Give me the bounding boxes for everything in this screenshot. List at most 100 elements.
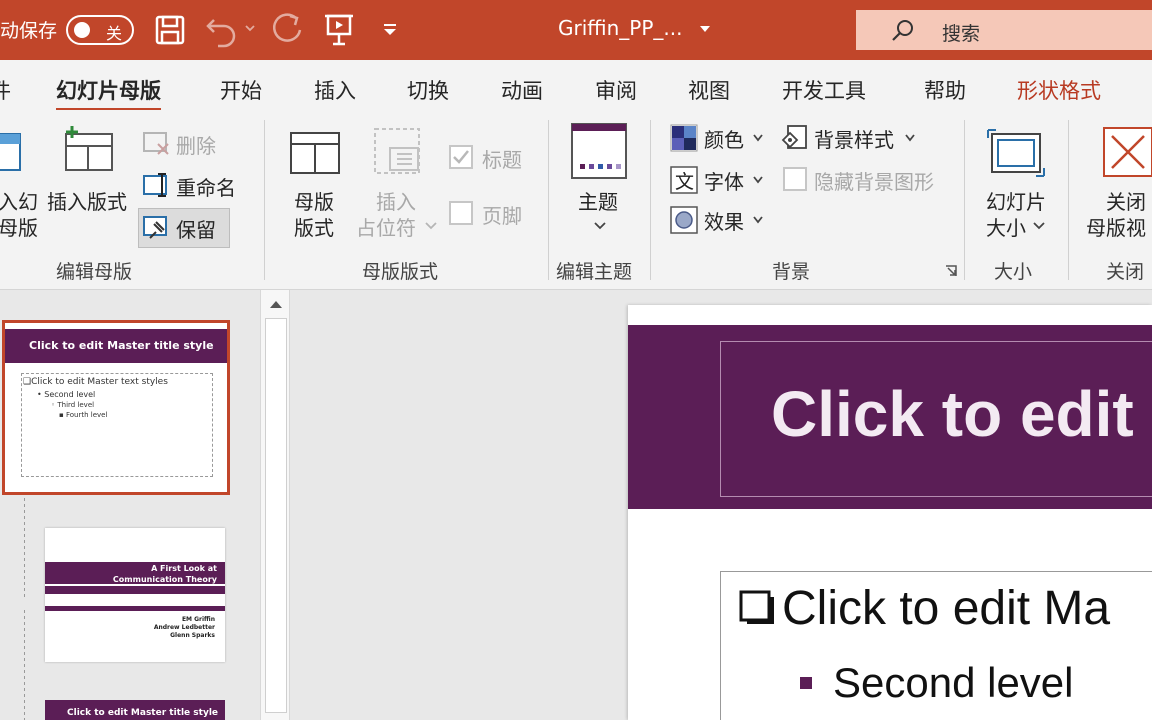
tab-view[interactable]: 视图 (688, 75, 730, 105)
insert-slide-master-icon[interactable] (0, 132, 24, 174)
chevron-down-icon[interactable] (1032, 220, 1046, 232)
thumbnail-scrollbar[interactable] (260, 290, 290, 720)
insert-placeholder-line1[interactable]: 插入 (376, 186, 416, 215)
footer-checkbox[interactable]: 页脚 (448, 200, 538, 228)
search-input[interactable]: 搜索 (942, 19, 980, 46)
slide-title-text[interactable]: Click to edit (771, 377, 1134, 451)
hide-background-graphics-checkbox[interactable]: 隐藏背景图形 (782, 166, 952, 194)
background-styles-button[interactable]: 背景样式 (780, 124, 930, 152)
title-bar: 动保存 关 Griffin_PP_... 搜索 (0, 0, 1152, 60)
chevron-down-icon[interactable] (424, 220, 438, 232)
tab-slide-master[interactable]: 幻灯片母版 (56, 75, 161, 112)
master-layout-line2[interactable]: 版式 (294, 212, 334, 241)
group-separator (548, 120, 549, 280)
tab-insert[interactable]: 插入 (314, 75, 356, 105)
search-box[interactable]: 搜索 (856, 10, 1152, 50)
body-level2-text[interactable]: Second level (833, 659, 1074, 707)
chevron-down-icon (753, 134, 763, 142)
tab-developer[interactable]: 开发工具 (782, 75, 866, 105)
insert-placeholder-line2[interactable]: 占位符 (356, 212, 416, 241)
rename-label: 重命名 (176, 176, 236, 200)
insert-layout-icon[interactable] (62, 124, 116, 174)
search-icon (892, 20, 913, 41)
ribbon: 入幻 母版 插入版式 删除 重命名 保留 编辑母版 母版 版式 插入 占位符 标… (0, 110, 1152, 290)
delete-button[interactable]: 删除 (142, 130, 232, 158)
slide-canvas[interactable]: Click to edit Click to edit Ma Second le… (628, 305, 1152, 720)
tab-transitions[interactable]: 切换 (407, 75, 449, 105)
chevron-down-icon[interactable] (698, 23, 712, 35)
master-layout-icon[interactable] (288, 130, 342, 176)
preserve-button[interactable]: 保留 (142, 214, 232, 242)
title-checkbox[interactable]: 标题 (448, 144, 538, 172)
checkbox-unchecked-icon (449, 201, 473, 225)
undo-icon[interactable] (204, 12, 240, 48)
close-master-view-line2[interactable]: 母版视 (1086, 212, 1146, 241)
thumbnail-content-layout[interactable]: Click to edit Master title style (45, 700, 225, 720)
fonts-button[interactable]: 文 字体 (670, 166, 770, 194)
effects-button[interactable]: 效果 (670, 206, 770, 234)
tab-help[interactable]: 帮助 (924, 75, 966, 105)
background-styles-icon (781, 125, 807, 149)
tab-review[interactable]: 审阅 (595, 75, 637, 105)
master-layout-line1[interactable]: 母版 (294, 186, 334, 215)
delete-label: 删除 (176, 134, 216, 158)
slide-size-icon[interactable] (986, 128, 1046, 178)
insert-placeholder-icon[interactable] (372, 126, 424, 178)
chevron-down-icon[interactable] (593, 220, 607, 232)
footer-checkbox-label: 页脚 (482, 204, 522, 228)
thumbnail-text-line: • Second level (37, 390, 96, 399)
thumbnail-title-layout[interactable]: A First Look at Communication Theory EM … (45, 528, 225, 662)
group-separator (964, 120, 965, 280)
scroll-thumb[interactable] (265, 318, 287, 713)
close-master-view-icon[interactable] (1102, 126, 1152, 178)
body-level1-text[interactable]: Click to edit Ma (782, 581, 1110, 636)
group-label-master-layout: 母版版式 (362, 261, 439, 283)
group-label-close: 关闭 (1106, 261, 1145, 283)
group-label-edit-theme: 编辑主题 (556, 261, 633, 283)
redo-icon[interactable] (270, 12, 306, 48)
chevron-down-icon (753, 216, 763, 224)
tab-shape-format[interactable]: 形状格式 (1017, 75, 1101, 105)
thumbnail-band (45, 586, 225, 594)
undo-dropdown-icon[interactable] (244, 22, 256, 34)
layout-connector-line (24, 498, 25, 598)
thumbnail-text-line: A First Look at (151, 564, 217, 573)
group-separator (650, 120, 651, 280)
save-icon[interactable] (154, 14, 186, 46)
insert-layout-label[interactable]: 插入版式 (47, 186, 127, 215)
autosave-toggle[interactable]: 关 (66, 15, 134, 45)
fonts-label: 字体 (704, 170, 744, 194)
thumbnail-text-line: ❑Click to edit Master text styles (23, 377, 168, 387)
chevron-down-icon (905, 134, 915, 142)
slide-size-line1[interactable]: 幻灯片 (986, 186, 1046, 215)
group-separator (264, 120, 265, 280)
autosave-state: 关 (106, 24, 123, 43)
thumbnail-text-line: Andrew Ledbetter (153, 624, 215, 631)
themes-icon[interactable] (570, 122, 628, 180)
colors-button[interactable]: 颜色 (670, 124, 770, 152)
tab-animations[interactable]: 动画 (501, 75, 543, 105)
close-master-view-line1[interactable]: 关闭 (1106, 186, 1146, 215)
thumbnail-body-placeholder (21, 373, 213, 477)
slide-size-line2[interactable]: 大小 (986, 212, 1026, 241)
tab-home[interactable]: 开始 (220, 75, 262, 105)
ribbon-tabs: 件 幻灯片母版 开始 插入 切换 动画 审阅 视图 开发工具 帮助 形状格式 (0, 60, 1152, 112)
dialog-launcher-icon[interactable] (944, 264, 958, 278)
thumbnail-slide-master[interactable]: Click to edit Master title style ❑Click … (2, 320, 230, 495)
rename-icon (143, 173, 167, 197)
background-styles-label: 背景样式 (814, 128, 894, 152)
layout-connector-line (24, 610, 25, 720)
insert-slide-master-line2[interactable]: 母版 (0, 212, 38, 241)
tab-file[interactable]: 件 (0, 75, 11, 105)
tab-slide-master-label: 幻灯片母版 (56, 79, 161, 103)
rename-button[interactable]: 重命名 (142, 172, 242, 200)
customize-qat-icon[interactable] (380, 20, 400, 40)
group-separator (1068, 120, 1069, 280)
chevron-down-icon (753, 176, 763, 184)
insert-slide-master-line1[interactable]: 入幻 (0, 186, 38, 215)
present-from-beginning-icon[interactable] (322, 12, 356, 48)
svg-text:文: 文 (675, 171, 694, 193)
scroll-up-arrow-icon[interactable] (268, 298, 284, 310)
themes-label[interactable]: 主题 (578, 186, 618, 215)
document-title[interactable]: Griffin_PP_... (558, 16, 682, 40)
